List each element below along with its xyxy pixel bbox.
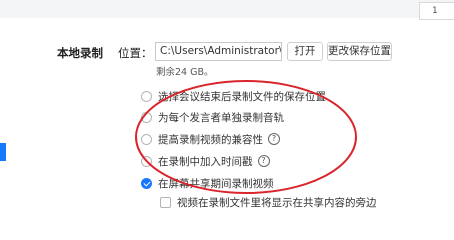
option-checkbox[interactable] bbox=[141, 133, 152, 145]
option-label: 选择会议结束后录制文件的保存位置 bbox=[158, 90, 326, 103]
open-folder-button[interactable]: 打开 bbox=[287, 42, 323, 61]
option-label: 在录制中加入时间戳 bbox=[158, 155, 253, 168]
remaining-space: 剩余24 GB。 bbox=[156, 67, 214, 78]
option-checkbox[interactable] bbox=[141, 90, 152, 102]
option-improve-compatibility[interactable]: 提高录制视频的兼容性 ? bbox=[141, 131, 280, 147]
window-corner-button[interactable]: 1 bbox=[419, 2, 454, 20]
sidebar-active-indicator bbox=[0, 143, 6, 161]
help-icon[interactable]: ? bbox=[257, 155, 270, 167]
option-checkbox[interactable] bbox=[141, 111, 152, 123]
location-path-field[interactable]: C:\Users\Administrator\Docume bbox=[155, 42, 282, 61]
option-label: 在屏幕共享期间录制视频 bbox=[158, 177, 274, 190]
option-add-timestamp[interactable]: 在录制中加入时间戳 ? bbox=[141, 153, 270, 169]
option-label: 视频在录制文件里将显示在共享内容的旁边 bbox=[177, 196, 377, 209]
option-checkbox-checked[interactable] bbox=[141, 177, 152, 189]
help-icon[interactable]: ? bbox=[268, 133, 280, 145]
location-label: 位置： bbox=[118, 46, 153, 60]
option-label: 提高录制视频的兼容性 bbox=[158, 133, 263, 146]
option-record-video-during-share[interactable]: 在屏幕共享期间录制视频 bbox=[141, 175, 274, 191]
option-label: 为每个发言者单独录制音轨 bbox=[158, 111, 284, 124]
option-separate-audio-tracks[interactable]: 为每个发言者单独录制音轨 bbox=[141, 109, 284, 125]
option-choose-save-location[interactable]: 选择会议结束后录制文件的保存位置 bbox=[141, 88, 326, 104]
option-checkbox[interactable] bbox=[141, 155, 152, 167]
change-location-button[interactable]: 更改保存位置 bbox=[327, 42, 392, 61]
option-checkbox[interactable] bbox=[160, 196, 171, 208]
option-video-beside-share[interactable]: 视频在录制文件里将显示在共享内容的旁边 bbox=[160, 194, 377, 210]
section-title: 本地录制 bbox=[57, 46, 103, 60]
top-bar bbox=[0, 0, 454, 18]
